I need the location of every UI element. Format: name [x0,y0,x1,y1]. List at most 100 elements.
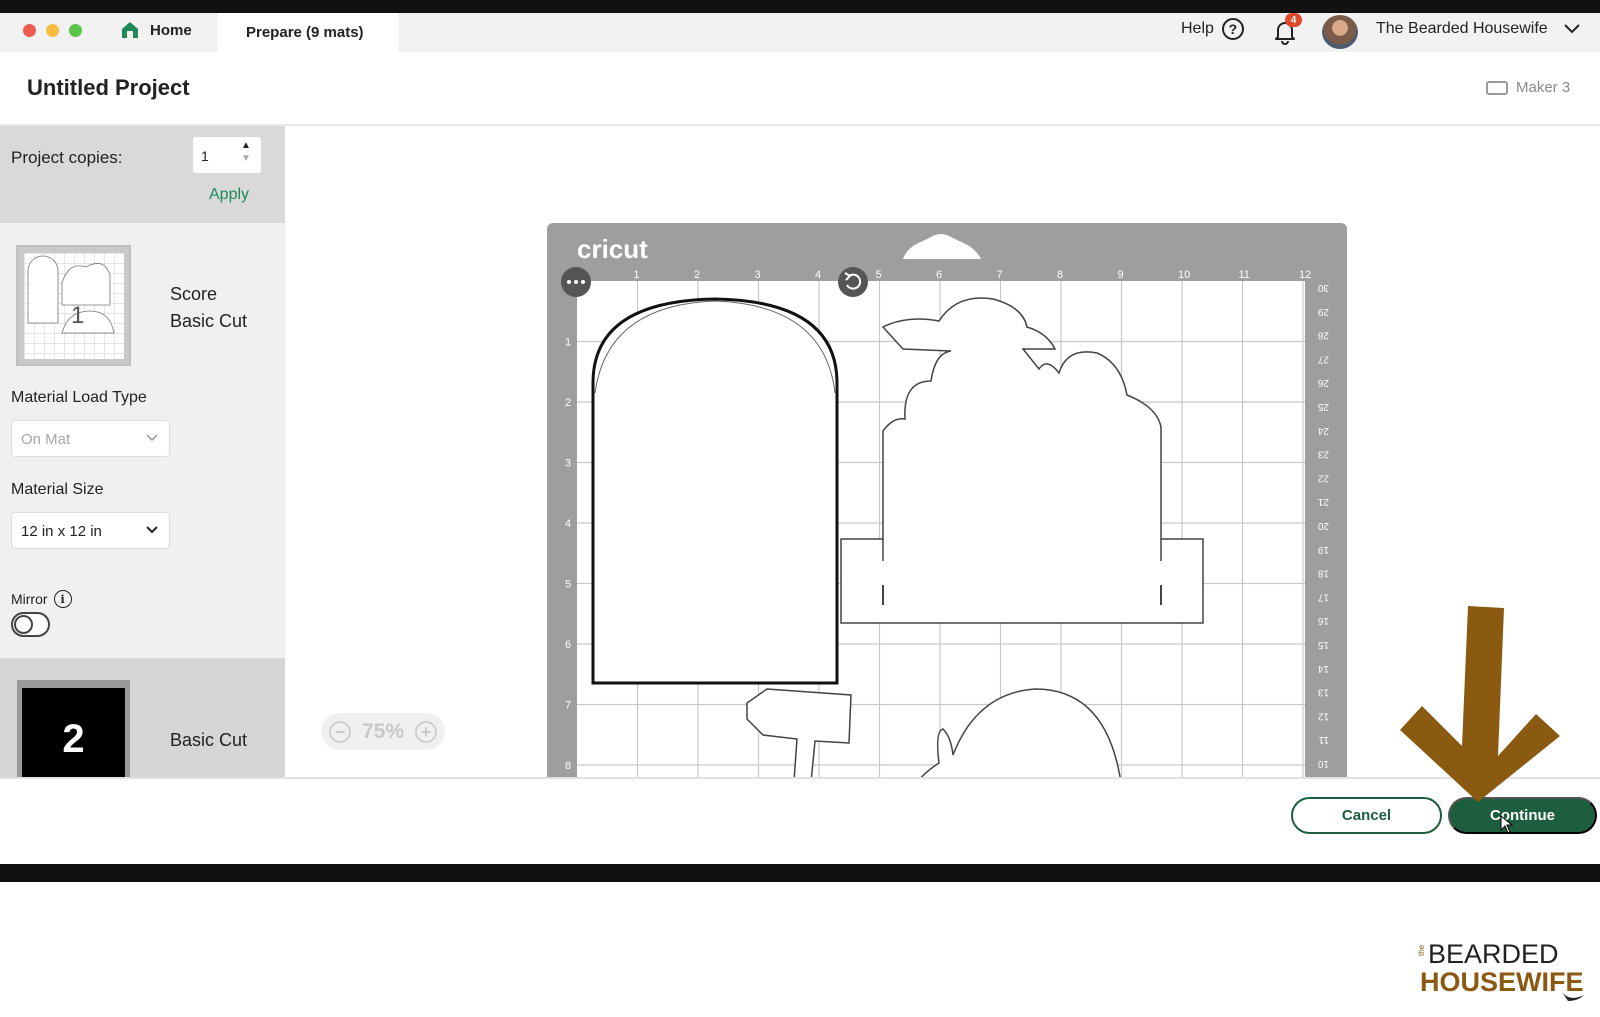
ruler-right-label: 13 [1317,687,1329,698]
mat-1-preview: 1 [24,253,124,359]
help-button[interactable]: Help ? [1181,18,1244,40]
zoom-control: − 75% + [321,713,445,750]
project-title: Untitled Project [27,75,190,100]
ruler-left-label: 2 [565,397,571,409]
mat-1-basic-cut-label: Basic Cut [170,311,248,331]
ruler-left-label: 3 [565,458,571,470]
question-icon: ? [1221,18,1244,40]
ruler-right-label: 21 [1317,496,1329,507]
mirror-label-row: Mirror i [11,590,72,608]
ruler-right-label: 15 [1317,639,1329,650]
arch-shape [591,297,839,685]
increment-arrow-icon[interactable]: ▲ [241,140,251,151]
cricut-design-space-window: Home Prepare (9 mats) Help ? 4 The Beard… [0,13,1600,864]
svg-text:the: the [1418,944,1426,956]
tab-home[interactable]: Home [120,20,192,40]
ruler-top-label: 7 [997,269,1003,281]
annotation-arrow-icon [1400,606,1560,802]
mat-2-row[interactable]: 2 Basic Cut [0,658,285,777]
ruler-right-label: 28 [1317,330,1329,341]
ruler-left-label: 7 [565,700,571,712]
mirror-label: Mirror [11,591,48,607]
ruler-right-label: 16 [1317,615,1329,626]
cutting-mat[interactable]: cricut 1 2 3 4 5 6 7 8 9 10 11 12 12345678 30292827… [547,223,1347,777]
maximize-window-button[interactable] [69,24,82,37]
minimize-window-button[interactable] [46,24,59,37]
ruler-right-label: 23 [1317,449,1329,460]
ruler-left-label: 5 [565,579,571,591]
chevron-down-icon [146,434,158,442]
rotate-icon [838,267,868,297]
ruler-right-label: 20 [1317,520,1329,531]
info-icon[interactable]: i [53,590,72,608]
mat-2-thumbnail[interactable]: 2 [17,680,130,777]
video-letterbox-top [0,0,1600,13]
ruler-right-label: 19 [1317,544,1329,555]
mirror-toggle-knob [14,615,33,634]
zoom-level: 75% [361,719,405,743]
bearded-housewife-logo: the BEARDED HOUSEWIFE [1418,939,1584,1001]
project-copies-panel: Project copies: 1 ▲ ▼ Apply [0,126,285,223]
ruler-top-label: 1 [634,269,640,281]
home-icon [122,22,138,38]
ruler-left-label: 6 [565,639,571,651]
close-window-button[interactable] [23,24,36,37]
material-size-select[interactable]: 12 in x 12 in [11,512,170,549]
video-letterbox-bottom [0,864,1600,882]
material-load-type-value: On Mat [21,431,71,448]
mirror-toggle[interactable] [11,612,50,637]
tab-prepare[interactable]: Prepare (9 mats) [218,13,398,52]
ruler-top-label: 3 [755,269,761,281]
machine-selector[interactable]: Maker 3 [1486,79,1570,96]
ruler-right-label: 17 [1317,591,1329,602]
material-size-value: 12 in x 12 in [21,523,102,540]
mat-2-number: 2 [22,688,125,777]
chevron-down-icon [146,526,158,534]
cricut-logo: cricut [577,234,648,264]
decrement-arrow-icon[interactable]: ▼ [241,153,251,164]
tab-prepare-label: Prepare (9 mats) [246,24,364,41]
help-label: Help [1181,20,1214,37]
zoom-in-icon[interactable]: + [415,720,437,743]
mat-1-label: Score Basic Cut [170,281,247,335]
ruler-left-label: 8 [565,760,571,772]
machine-name: Maker 3 [1516,79,1571,96]
svg-text:BEARDED: BEARDED [1428,939,1559,969]
ruler-top-label: 11 [1239,269,1250,281]
ruler-right-label: 24 [1317,425,1329,436]
ruler-top-label: 2 [694,269,700,281]
zoom-out-icon[interactable]: − [329,720,351,743]
ruler-right-label: 27 [1317,353,1329,364]
apply-button[interactable]: Apply [209,186,249,204]
user-name[interactable]: The Bearded Housewife [1376,20,1548,38]
tab-home-label: Home [150,21,192,39]
ruler-top-label: 8 [1057,269,1063,281]
title-bar: Home Prepare (9 mats) Help ? 4 The Beard… [0,13,1600,52]
ruler-left-label: 1 [565,337,571,349]
svg-text:HOUSEWIFE: HOUSEWIFE [1420,967,1584,997]
footer-divider [0,777,1600,779]
machine-icon [1486,80,1508,95]
ruler-top-label: 4 [815,269,821,281]
ruler-right-label: 10 [1317,758,1329,769]
ruler-top-label: 12 [1299,269,1311,281]
ruler-right-label: 29 [1317,306,1329,317]
ruler-right-label: 14 [1317,663,1329,674]
ruler-top-label: 10 [1178,269,1190,281]
ruler-right-label: 30 [1317,282,1329,293]
mat-1-shapes: 1 [27,255,115,334]
user-avatar[interactable] [1322,15,1358,49]
mouse-cursor-icon [1500,815,1514,834]
notification-badge: 4 [1285,13,1302,27]
ruler-right-label: 18 [1317,568,1329,579]
mat-1-thumbnail[interactable]: 1 [16,245,131,366]
ruler-top-label: 6 [936,269,942,281]
ruler-right-label: 26 [1317,377,1329,388]
material-load-type-select[interactable]: On Mat [11,420,170,457]
material-load-type-label: Material Load Type [11,389,147,406]
mat-2-label: Basic Cut [170,730,248,750]
material-size-label: Material Size [11,481,104,498]
mat-1-number: 1 [71,302,84,329]
mat-sidebar: Project copies: 1 ▲ ▼ Apply 1 Score Basi… [0,126,285,777]
chevron-down-icon[interactable] [1563,21,1581,35]
